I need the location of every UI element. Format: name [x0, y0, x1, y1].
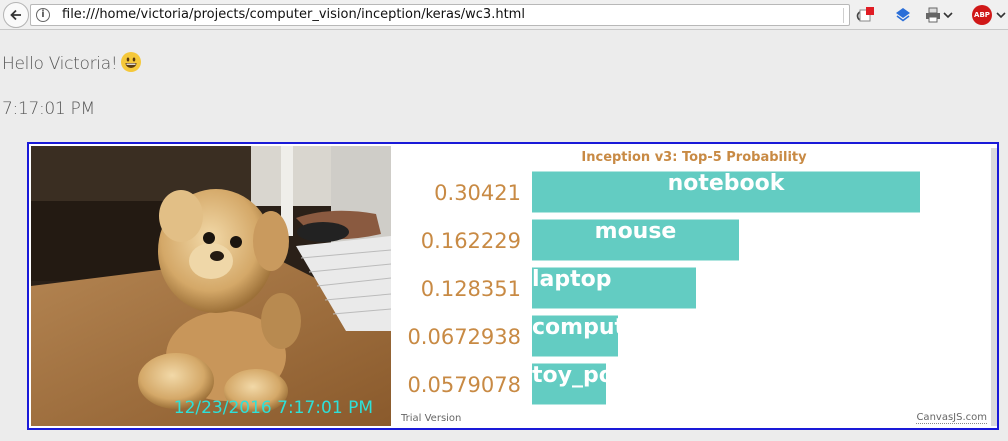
result-frame: 12/23/2016 7:17:01 PM Inception v3: Top-…: [27, 142, 999, 430]
webcam-snapshot: 12/23/2016 7:17:01 PM: [31, 146, 391, 426]
layers-extension-icon[interactable]: [894, 6, 912, 24]
browser-toolbar: i file:///home/victoria/projects/compute…: [0, 0, 1008, 30]
canvasjs-credit-link[interactable]: CanvasJS.com: [916, 412, 987, 424]
back-button[interactable]: [3, 2, 29, 28]
adblock-plus-icon[interactable]: ABP: [972, 5, 992, 25]
greeting-text: Hello Victoria!: [2, 54, 118, 74]
teddy-bear-photo: [31, 146, 391, 426]
value-label: 0.0579078: [407, 373, 521, 397]
address-bar[interactable]: i file:///home/victoria/projects/compute…: [30, 4, 868, 26]
trial-version-text: Trial Version: [401, 413, 462, 424]
category-label: mouse: [595, 219, 677, 244]
greeting-line: Hello Victoria!: [2, 52, 142, 74]
site-info-icon[interactable]: i: [36, 8, 50, 22]
webcam-timestamp: 12/23/2016 7:17:01 PM: [173, 398, 373, 418]
chevron-down-icon[interactable]: [995, 9, 1007, 21]
chevron-down-icon[interactable]: [942, 9, 954, 21]
value-label: 0.128351: [421, 277, 521, 301]
category-label: laptop: [532, 267, 612, 292]
back-arrow-icon: [10, 9, 21, 21]
category-label: toy_poodle: [532, 363, 667, 388]
url-text[interactable]: file:///home/victoria/projects/computer_…: [62, 7, 525, 22]
url-separator: [843, 8, 844, 23]
chart-scrollbar[interactable]: [991, 148, 997, 426]
value-label: 0.162229: [421, 229, 521, 253]
category-label: notebook: [668, 171, 786, 196]
printer-icon[interactable]: [924, 6, 942, 24]
value-label: 0.0672938: [407, 325, 521, 349]
record-extension-icon[interactable]: [858, 6, 876, 24]
value-label: 0.30421: [434, 181, 521, 205]
chart-plot: 0.30421 notebook 0.162229 mouse 0.128351 lapt…: [407, 171, 920, 405]
grinning-face-icon: [121, 52, 142, 72]
probability-chart: Inception v3: Top-5 Probability 0.30421 n…: [399, 146, 989, 426]
current-time: 7:17:01 PM: [2, 99, 95, 119]
category-label: computer: [532, 315, 651, 340]
